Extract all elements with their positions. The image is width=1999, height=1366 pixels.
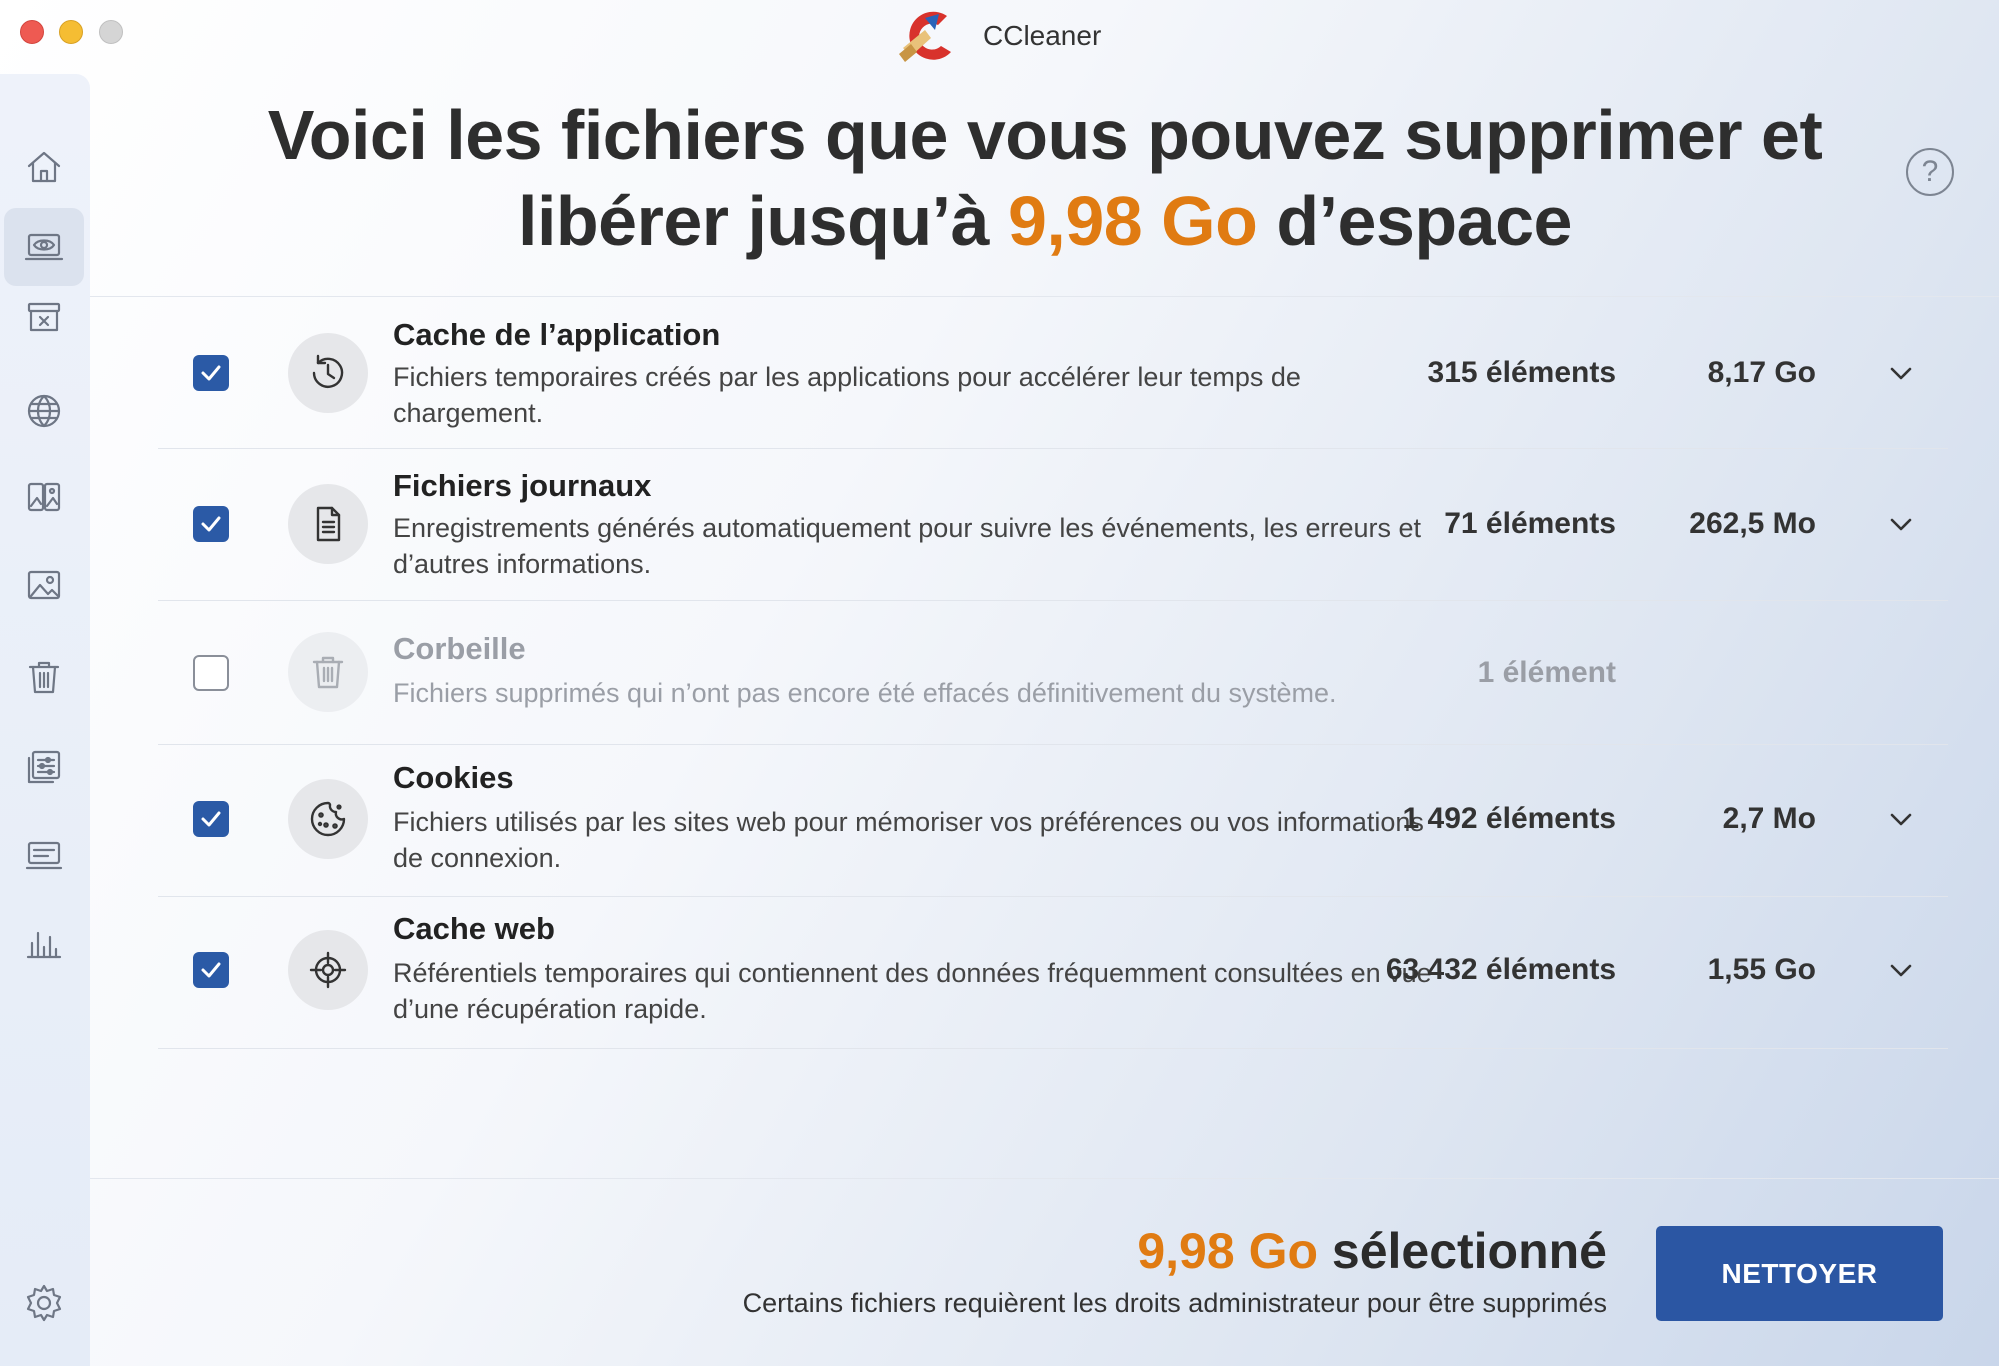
checkbox-app-cache[interactable] [193, 355, 229, 391]
list-item-trash[interactable]: Corbeille Fichiers supprimés qui n’ont p… [158, 601, 1948, 745]
row-size: 8,17 Go [1707, 356, 1816, 389]
keyboard-list-icon [25, 841, 63, 870]
sidebar-item-browser[interactable] [4, 372, 84, 450]
cookie-icon [310, 801, 346, 837]
chevron-down-icon [1890, 964, 1912, 977]
archive-box-icon [27, 302, 61, 332]
row-icon [288, 484, 368, 564]
list-item-web-cache[interactable]: Cache web Référentiels temporaires qui c… [158, 897, 1948, 1049]
ccleaner-logo-icon [899, 11, 951, 62]
app-name: CCleaner [983, 20, 1102, 51]
row-count: 63 432 éléments [1385, 953, 1616, 986]
row-title: Corbeille [393, 631, 526, 666]
expand-button[interactable] [1886, 955, 1916, 985]
checkbox-cookies[interactable] [193, 801, 229, 837]
sidebar-item-settings[interactable] [4, 1264, 84, 1342]
sidebar-item-images[interactable] [4, 546, 84, 624]
row-icon [288, 779, 368, 859]
image-icon [27, 570, 61, 600]
globe-icon [27, 394, 61, 428]
duplicate-images-icon [27, 482, 61, 512]
checkmark-icon [201, 811, 221, 827]
trash-icon [28, 661, 60, 694]
sidebar-item-archive[interactable] [4, 278, 84, 356]
help-button[interactable]: ? [1906, 148, 1954, 196]
app-title: CCleaner [895, 8, 1101, 64]
minimize-window-button[interactable] [59, 20, 83, 44]
row-description: Fichiers temporaires créés par les appli… [393, 362, 1301, 428]
row-description: Référentiels temporaires qui contiennent… [393, 958, 1432, 1024]
checkbox-web-cache[interactable] [193, 952, 229, 988]
home-icon [27, 151, 61, 183]
sidebar-item-scan[interactable] [4, 208, 84, 286]
sidebar-item-startup[interactable] [4, 816, 84, 894]
history-icon [312, 354, 344, 388]
row-description: Fichiers supprimés qui n’ont pas encore … [393, 678, 1337, 708]
row-size: 1,55 Go [1707, 953, 1816, 986]
selected-amount: 9,98 Go [1137, 1223, 1318, 1279]
sidebar-item-trash[interactable] [4, 638, 84, 716]
chevron-down-icon [1890, 518, 1912, 531]
selected-total: 9,98 Go sélectionné [743, 1222, 1607, 1280]
settings-gear-icon [26, 1284, 62, 1322]
sidebar-item-home[interactable] [4, 128, 84, 206]
row-title: Cache de l’application [393, 317, 721, 352]
row-description: Enregistrements générés automatiquement … [393, 513, 1422, 579]
page-title: Voici les fichiers que vous pouvez suppr… [230, 92, 1860, 264]
help-icon: ? [1921, 155, 1939, 188]
selection-summary: 9,98 Go sélectionné Certains fichiers re… [743, 1222, 1607, 1319]
row-title: Cookies [393, 760, 514, 795]
document-icon [316, 506, 341, 542]
row-title: Cache web [393, 911, 555, 946]
sidebar [0, 74, 90, 1366]
title-bar: CCleaner [0, 0, 1999, 66]
expand-button[interactable] [1886, 509, 1916, 539]
expand-button[interactable] [1886, 804, 1916, 834]
row-size: 2,7 Mo [1722, 802, 1816, 835]
checkbox-trash[interactable] [193, 655, 229, 691]
list-item-app-cache[interactable]: Cache de l’application Fichiers temporai… [158, 297, 1948, 449]
row-count: 1 élément [1477, 656, 1616, 689]
expand-button[interactable] [1886, 358, 1916, 388]
close-window-button[interactable] [20, 20, 44, 44]
zoom-window-button[interactable] [99, 20, 123, 44]
selected-label: sélectionné [1318, 1223, 1607, 1279]
row-description: Fichiers utilisés par les sites web pour… [393, 807, 1424, 873]
sidebar-item-duplicates[interactable] [4, 458, 84, 536]
bar-chart-icon [26, 931, 62, 959]
page-title-amount: 9,98 Go [1007, 182, 1258, 260]
row-count: 71 éléments [1444, 507, 1616, 540]
page-title-line2-end: d’espace [1257, 182, 1572, 260]
sidebar-item-tools[interactable] [4, 728, 84, 806]
sidebar-item-performance[interactable] [4, 904, 84, 982]
row-icon [288, 930, 368, 1010]
page-title-line1: Voici les fichiers que vous pouvez suppr… [267, 96, 1823, 174]
checkmark-icon [201, 516, 221, 532]
row-count: 1 492 éléments [1402, 802, 1616, 835]
checkbox-log-files[interactable] [193, 506, 229, 542]
chevron-down-icon [1890, 813, 1912, 826]
chevron-down-icon [1890, 367, 1912, 380]
list-item-cookies[interactable]: Cookies Fichiers utilisés par les sites … [158, 745, 1948, 897]
checkmark-icon [201, 365, 221, 381]
row-icon [288, 632, 368, 712]
trash-icon [312, 656, 344, 689]
page-title-line2-start: libérer jusqu’à [518, 182, 1008, 260]
scan-eye-icon [24, 233, 64, 261]
row-size: 262,5 Mo [1689, 507, 1816, 540]
target-icon [309, 951, 347, 989]
row-title: Fichiers journaux [393, 468, 652, 503]
row-icon [288, 333, 368, 413]
divider [90, 1178, 1999, 1179]
sliders-list-icon [27, 750, 61, 784]
list-item-log-files[interactable]: Fichiers journaux Enregistrements généré… [158, 449, 1948, 601]
admin-rights-note: Certains fichiers requièrent les droits … [742, 1288, 1607, 1318]
checkmark-icon [201, 962, 221, 978]
row-count: 315 éléments [1427, 356, 1616, 389]
clean-button[interactable]: NETTOYER [1656, 1226, 1943, 1321]
